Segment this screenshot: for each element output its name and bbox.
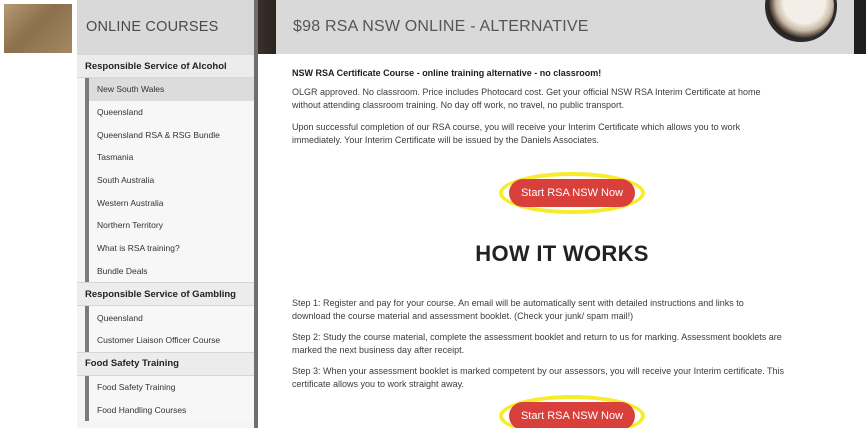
- banner-photo: [4, 4, 72, 53]
- steps-block: Step 1: Register and pay for your course…: [292, 297, 848, 391]
- step-3-line-1: Step 3: When your assessment booklet is …: [292, 366, 785, 376]
- intro-paragraph-1-line-2: without attending classroom training. No…: [292, 100, 625, 110]
- sidebar-item-northern-territory[interactable]: Northern Territory: [89, 214, 254, 237]
- header-accent: [258, 0, 276, 54]
- step-2-line-1: Step 2: Study the course material, compl…: [292, 332, 782, 342]
- section-title-rsg[interactable]: Responsible Service of Gambling: [77, 282, 254, 307]
- sidebar-item-queensland[interactable]: Queensland: [89, 101, 254, 124]
- sidebar-item-new-south-wales[interactable]: New South Wales: [89, 78, 254, 101]
- sidebar-item-western-australia[interactable]: Western Australia: [89, 191, 254, 214]
- sidebar-item-customer-liaison[interactable]: Customer Liaison Officer Course: [89, 329, 254, 352]
- how-it-works-heading: HOW IT WORKS: [475, 241, 649, 266]
- sidebar-item-food-safety-training[interactable]: Food Safety Training: [89, 376, 254, 399]
- rsg-list: Queensland Customer Liaison Officer Cour…: [85, 306, 254, 352]
- intro-paragraph-2: Upon successful completion of our RSA co…: [292, 121, 848, 147]
- sidebar-item-south-australia[interactable]: South Australia: [89, 169, 254, 192]
- sidebar-item-bundle-deals[interactable]: Bundle Deals: [89, 260, 254, 283]
- start-rsa-nsw-button[interactable]: Start RSA NSW Now: [509, 179, 635, 207]
- step-2-line-2: marked the next business day after recei…: [292, 345, 465, 355]
- main-content: $98 RSA NSW ONLINE - ALTERNATIVE NSW RSA…: [258, 0, 866, 428]
- rsa-list: New South Wales Queensland Queensland RS…: [85, 78, 254, 283]
- step-2: Step 2: Study the course material, compl…: [292, 331, 848, 357]
- sidebar: ONLINE COURSES Responsible Service of Al…: [77, 0, 258, 428]
- step-1-line-1: Step 1: Register and pay for your course…: [292, 298, 744, 308]
- sidebar-item-queensland-bundle[interactable]: Queensland RSA & RSG Bundle: [89, 123, 254, 146]
- step-3-line-2: certificate allows you to work straight …: [292, 379, 464, 389]
- intro-heading: NSW RSA Certificate Course - online trai…: [292, 68, 602, 78]
- cta-highlight-bottom: Start RSA NSW Now: [499, 395, 645, 428]
- intro-paragraph-2-line-2: immediately. Your Interim Certificate wi…: [292, 135, 599, 145]
- sidebar-item-rsg-queensland[interactable]: Queensland: [89, 306, 254, 329]
- section-title-food-safety[interactable]: Food Safety Training: [77, 351, 254, 376]
- sidebar-item-tasmania[interactable]: Tasmania: [89, 146, 254, 169]
- step-3: Step 3: When your assessment booklet is …: [292, 365, 848, 391]
- header-right-strip: [854, 0, 866, 54]
- intro-paragraph-1: OLGR approved. No classroom. Price inclu…: [292, 86, 848, 112]
- sidebar-item-food-handling[interactable]: Food Handling Courses: [89, 398, 254, 421]
- intro-block: NSW RSA Certificate Course - online trai…: [292, 68, 848, 147]
- start-rsa-nsw-button-bottom[interactable]: Start RSA NSW Now: [509, 402, 635, 428]
- step-1: Step 1: Register and pay for your course…: [292, 297, 848, 323]
- sidebar-item-what-is-rsa[interactable]: What is RSA training?: [89, 237, 254, 260]
- cta-highlight-top: Start RSA NSW Now: [499, 172, 645, 214]
- section-title-rsa[interactable]: Responsible Service of Alcohol: [77, 54, 254, 78]
- intro-paragraph-2-line-1: Upon successful completion of our RSA co…: [292, 122, 741, 132]
- sidebar-header: ONLINE COURSES: [77, 0, 254, 54]
- intro-paragraph-1-line-1: OLGR approved. No classroom. Price inclu…: [292, 87, 761, 97]
- step-1-line-2: download the course material and assessm…: [292, 311, 634, 321]
- food-list: Food Safety Training Food Handling Cours…: [85, 375, 254, 421]
